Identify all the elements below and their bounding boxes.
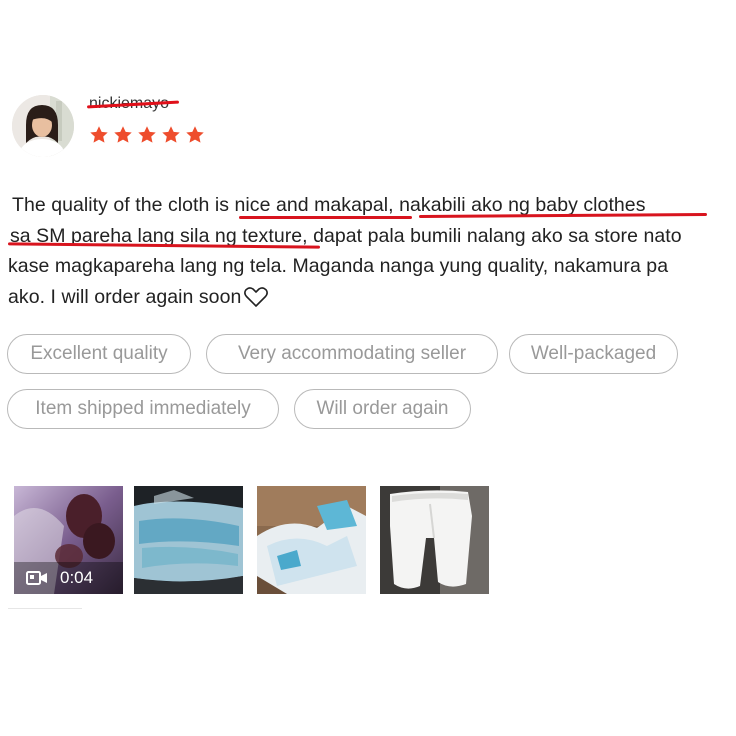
video-camera-icon xyxy=(26,571,47,585)
video-duration: 0:04 xyxy=(60,568,94,587)
heart-outline-icon xyxy=(244,286,269,307)
product-review: nickiemayo The quality of the cloth is n… xyxy=(0,0,736,736)
comment-line: kase magkapareha lang ng tela. Maganda n… xyxy=(8,255,669,277)
star-icon xyxy=(114,126,132,143)
user-avatar[interactable] xyxy=(12,95,74,157)
tag-chip[interactable]: Very accommodating seller xyxy=(206,334,498,374)
tag-chip[interactable]: Well-packaged xyxy=(509,334,678,374)
star-icon xyxy=(162,126,180,143)
comment-line: ako. I will order again soon xyxy=(8,285,242,308)
star-icon xyxy=(186,126,204,143)
section-divider xyxy=(8,608,82,609)
tag-chip[interactable]: Will order again xyxy=(294,389,471,429)
review-comment: The quality of the cloth is nice and mak… xyxy=(8,190,728,312)
video-overlay: 0:04 xyxy=(14,562,123,594)
review-video-thumbnail[interactable]: 0:04 xyxy=(14,486,123,594)
highlight-underline xyxy=(239,216,412,219)
review-photo-thumbnail[interactable] xyxy=(380,486,489,594)
star-icon xyxy=(138,126,156,143)
review-photo-thumbnail[interactable] xyxy=(257,486,366,594)
star-icon xyxy=(90,126,108,143)
review-photo-thumbnail[interactable] xyxy=(134,486,243,594)
tag-chip[interactable]: Item shipped immediately xyxy=(7,389,279,429)
rating-stars xyxy=(88,124,206,146)
tag-chip[interactable]: Excellent quality xyxy=(7,334,191,374)
